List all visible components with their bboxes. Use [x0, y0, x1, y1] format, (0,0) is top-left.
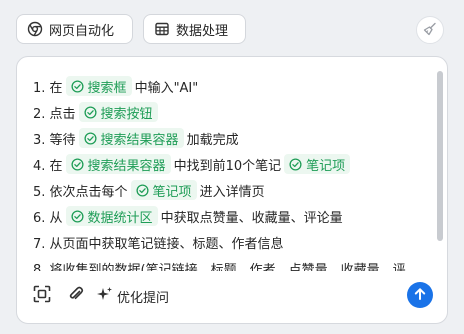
- step-list[interactable]: 1. 在搜索框 中输入"AI" 2. 点击 搜索按钮 3. 等待 搜索结果容器 加载完成 4.…: [33, 73, 423, 271]
- element-tag[interactable]: 搜索按钮: [78, 102, 158, 122]
- broom-icon: [423, 21, 437, 40]
- arrow-up-icon: [413, 286, 427, 305]
- step-item: 7. 从页面中获取笔记链接、标题、作者信息: [33, 229, 423, 255]
- scan-icon: [33, 285, 51, 307]
- element-tag[interactable]: 搜索结果容器: [78, 128, 184, 148]
- step-text: 1. 在: [33, 80, 63, 96]
- step-item: 2. 点击 搜索按钮: [33, 99, 423, 125]
- data-processing-button[interactable]: 数据处理: [143, 14, 246, 44]
- step-text: 中输入"AI": [134, 80, 199, 96]
- check-circle-icon: [136, 183, 149, 197]
- step-item: 3. 等待 搜索结果容器 加载完成: [33, 125, 423, 151]
- step-text: 中找到前10个笔记: [173, 158, 282, 174]
- step-item: 4. 在 搜索结果容器 中找到前10个笔记 笔记项: [33, 151, 423, 177]
- check-circle-icon: [71, 209, 84, 223]
- step-text: 8. 将收集到的数据(笔记链接、标题、作者、点赞量、收藏量、评: [33, 262, 406, 272]
- step-text: 中获取点赞量、收藏量、评论量: [160, 210, 343, 226]
- chrome-icon: [27, 21, 43, 37]
- element-tag[interactable]: 搜索结果容器: [65, 154, 171, 174]
- step-item: 1. 在 搜索框 中输入"AI": [33, 73, 423, 99]
- element-tag-label: 搜索框: [87, 80, 127, 96]
- paperclip-icon: [67, 285, 85, 307]
- element-tag[interactable]: 笔记项: [130, 180, 197, 200]
- element-tag[interactable]: 搜索框: [65, 76, 132, 96]
- step-text: 2. 点击: [33, 106, 76, 122]
- optimize-question-button[interactable]: 优化提问: [97, 283, 169, 309]
- element-tag-label: 笔记项: [152, 184, 192, 200]
- prompt-card: 1. 在搜索框 中输入"AI" 2. 点击 搜索按钮 3. 等待 搜索结果容器 加载完成 4.…: [16, 56, 448, 324]
- step-item: 8. 将收集到的数据(笔记链接、标题、作者、点赞量、收藏量、评: [33, 255, 423, 272]
- step-text: 6. 从: [33, 210, 63, 226]
- element-tag-label: 搜索结果容器: [100, 132, 179, 148]
- scrollbar[interactable]: [437, 71, 443, 241]
- optimize-question-label: 优化提问: [117, 290, 170, 306]
- web-automation-label: 网页自动化: [49, 23, 115, 39]
- element-tag-label: 搜索按钮: [100, 106, 153, 122]
- send-button[interactable]: [407, 282, 433, 308]
- check-circle-icon: [84, 131, 97, 145]
- data-processing-label: 数据处理: [176, 23, 229, 39]
- top-toolbar: 网页自动化 数据处理: [0, 0, 464, 56]
- clear-button[interactable]: [416, 16, 444, 44]
- scan-button[interactable]: [31, 283, 53, 309]
- table-icon: [154, 21, 170, 37]
- check-circle-icon: [71, 79, 84, 93]
- step-item: 6. 从 数据统计区 中获取点赞量、收藏量、评论量: [33, 203, 423, 229]
- check-circle-icon: [289, 157, 302, 171]
- attach-button[interactable]: [65, 283, 87, 309]
- web-automation-button[interactable]: 网页自动化: [16, 14, 133, 44]
- element-tag-label: 搜索结果容器: [87, 158, 166, 174]
- check-circle-icon: [71, 157, 84, 171]
- step-text: 4. 在: [33, 158, 63, 174]
- step-text: 进入详情页: [199, 184, 265, 200]
- step-text: 7. 从页面中获取笔记链接、标题、作者信息: [33, 236, 284, 252]
- step-text: 3. 等待: [33, 132, 76, 148]
- element-tag-label: 数据统计区: [87, 210, 153, 226]
- element-tag[interactable]: 数据统计区: [65, 206, 158, 226]
- check-circle-icon: [84, 105, 97, 119]
- element-tag[interactable]: 笔记项: [284, 154, 351, 174]
- step-text: 5. 依次点击每个: [33, 184, 128, 200]
- input-toolbar: 优化提问: [17, 273, 447, 323]
- step-text: 加载完成: [186, 132, 239, 148]
- step-item: 5. 依次点击每个 笔记项 进入详情页: [33, 177, 423, 203]
- element-tag-label: 笔记项: [306, 158, 346, 174]
- sparkle-icon: [97, 286, 113, 306]
